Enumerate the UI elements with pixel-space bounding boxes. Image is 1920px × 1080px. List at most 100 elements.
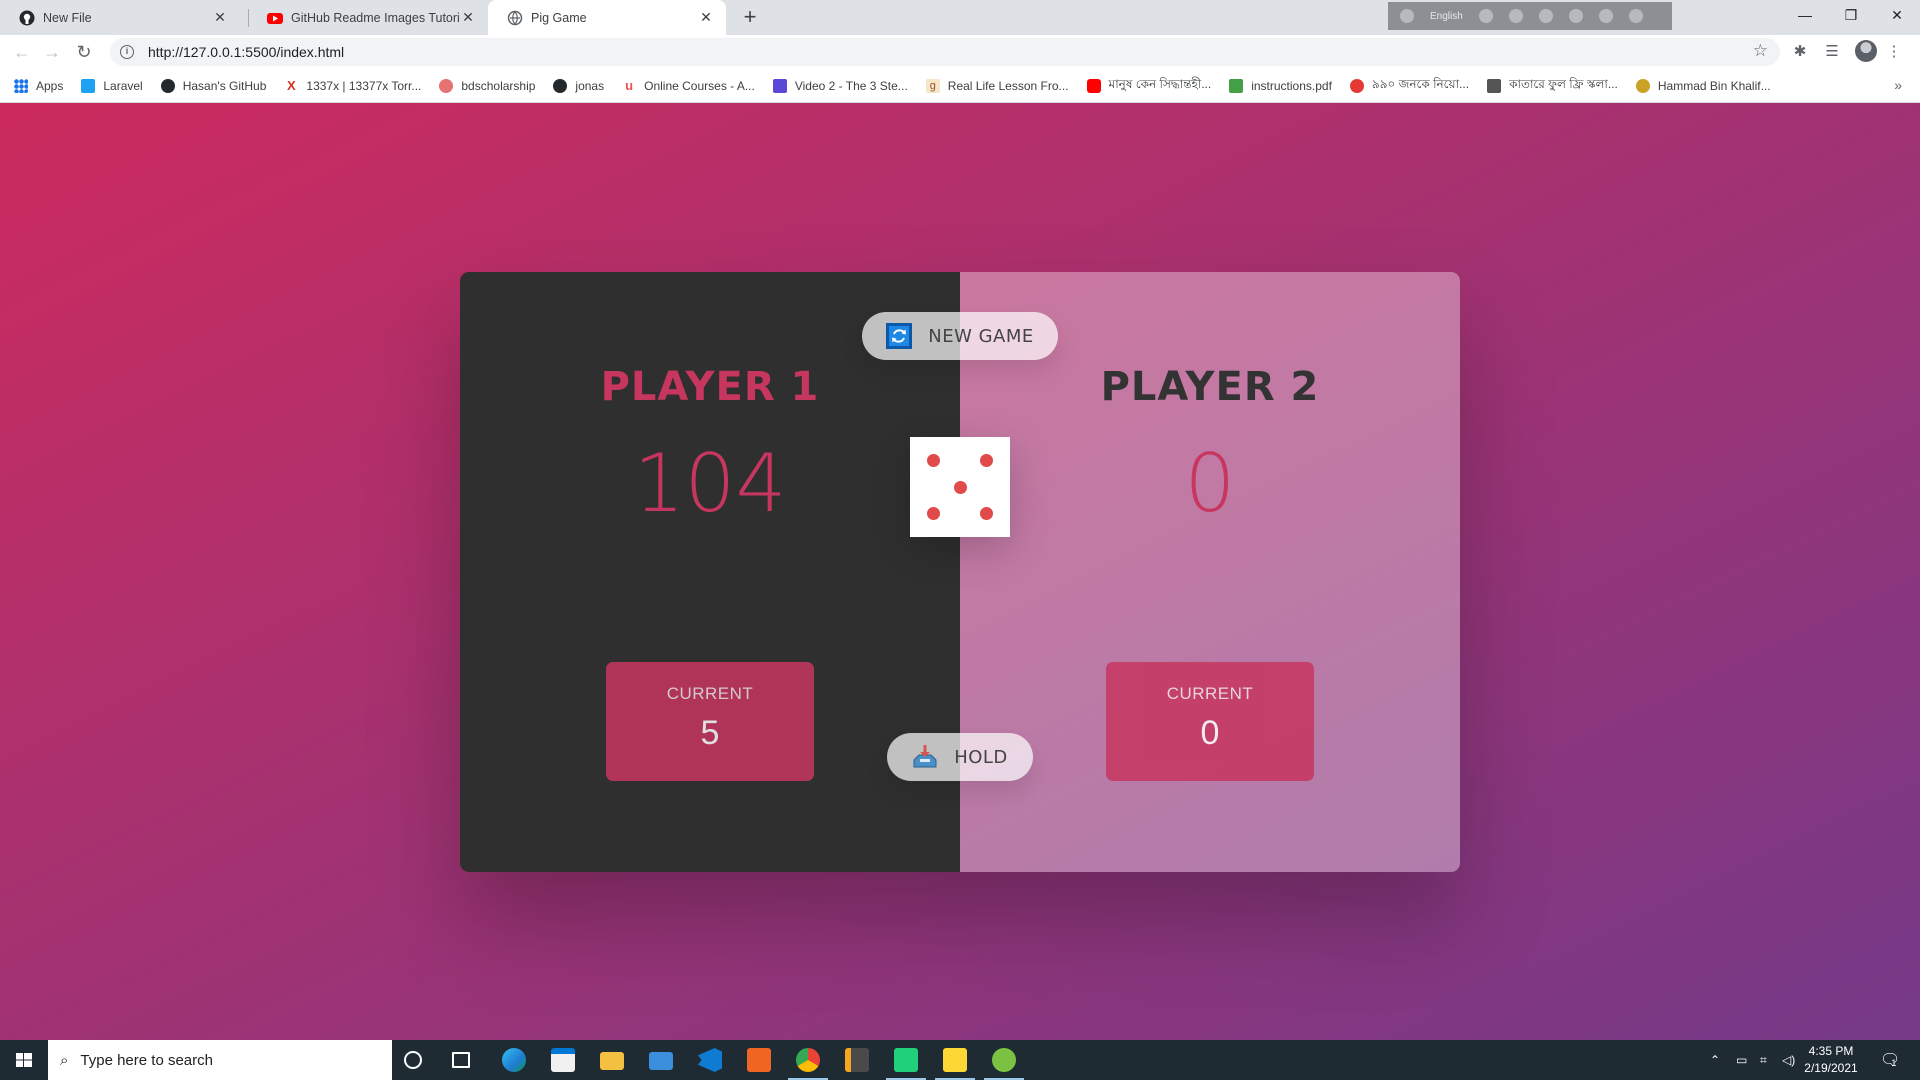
page-background: PLAYER 1 104 CURRENT 5 PLAYER 2 0 CURREN… [0,103,1920,1040]
dice-pip [953,480,967,494]
edge-icon[interactable] [502,1048,526,1072]
keyboard-icon [1478,9,1493,23]
sticky-notes-icon[interactable] [935,1048,975,1080]
bookmark-item[interactable]: instructions.pdf [1229,78,1332,93]
language-bar[interactable]: English [1388,2,1672,30]
tab-github-readme[interactable]: GitHub Readme Images Tutorial ✕ [248,0,488,35]
extensions-icon[interactable]: ✱ [1788,40,1812,64]
youtube-icon [1086,78,1101,93]
reading-list-icon[interactable]: ☰ [1820,40,1844,64]
show-hidden-icons[interactable]: ⌃ [1710,1040,1720,1080]
search-icon: ⌕ [60,1051,69,1069]
close-window-icon[interactable]: ✕ [1874,0,1920,30]
refresh-icon [886,323,913,349]
bookmark-item[interactable]: jonas [553,78,604,93]
taskbar-search[interactable]: ⌕ Type here to search [48,1040,392,1080]
bookmark-item[interactable]: Laravel [81,78,143,93]
notifications-icon[interactable]: 🗨 1 [1880,1040,1900,1080]
bookmark-item[interactable]: Video 2 - The 3 Ste... [772,78,908,93]
mail-icon[interactable] [649,1052,673,1070]
volume-icon[interactable]: ◁) [1782,1040,1795,1080]
store-icon[interactable] [551,1048,575,1072]
search-placeholder: Type here to search [80,1051,213,1069]
bookmark-item[interactable]: X 1337x | 13377x Torr... [284,78,421,93]
file-explorer-icon[interactable] [600,1052,624,1070]
language-label: English [1430,10,1463,22]
bookmark-item[interactable]: Hasan's GitHub [160,78,266,93]
player-1-current-label: CURRENT [666,684,754,703]
site-info-icon[interactable]: i [120,45,134,59]
tab-pig-game[interactable]: Pig Game ✕ [488,0,726,35]
new-game-button[interactable]: NEW GAME [862,312,1058,360]
profile-avatar[interactable] [1855,40,1877,62]
bookmark-item[interactable]: Apps [14,78,63,93]
bookmark-item[interactable]: ৯৯০ জনকে নিয়ো... [1349,76,1469,96]
g-icon: g [925,78,940,93]
inbox-tray-icon [913,745,937,768]
camtasia-icon[interactable] [886,1048,926,1080]
player-1-current-box: CURRENT 5 [606,662,814,781]
utorrent-icon[interactable] [984,1048,1024,1080]
more-bookmarks-icon[interactable]: » [1894,77,1902,93]
player-2-current-label: CURRENT [1166,684,1254,703]
browser-toolbar: ← → ↻ i http://127.0.0.1:5500/index.html… [0,35,1920,69]
new-tab-button[interactable]: + [736,4,764,32]
bookmark-item[interactable]: g Real Life Lesson Fro... [925,78,1069,93]
bookmark-star-icon[interactable]: ☆ [1753,41,1768,61]
bookmark-item[interactable]: কাতারে ফুল ফ্রি স্কলা... [1487,76,1618,96]
restore-icon[interactable]: ❐ [1828,0,1874,30]
back-icon[interactable]: ← [8,38,36,66]
cortana-icon[interactable] [404,1051,422,1069]
player-1-current-score: 5 [700,714,720,752]
close-tab-icon[interactable]: ✕ [460,9,476,26]
sublime-text-icon[interactable] [845,1048,869,1072]
menu-icon[interactable]: ⋮ [1882,40,1906,64]
player-2-current-box: CURRENT 0 [1106,662,1314,781]
bookmark-item[interactable]: মানুষ কেন সিদ্ধান্তহী... [1086,76,1211,96]
youtube-icon [267,12,283,24]
address-bar[interactable]: i http://127.0.0.1:5500/index.html ☆ [110,38,1780,66]
close-tab-icon[interactable]: ✕ [698,9,714,26]
tab-title: New File [43,10,92,25]
dice [910,437,1010,537]
bookmarks-bar: Apps Laravel Hasan's GitHub X 1337x | 133… [0,69,1920,103]
xampp-icon[interactable] [747,1048,771,1072]
player-2-panel: PLAYER 2 0 CURRENT 0 [960,272,1460,872]
pdf-icon [1229,78,1244,93]
laravel-icon [81,78,96,93]
minimize-icon[interactable]: — [1782,0,1828,30]
scholarship-icon [1487,78,1502,93]
close-tab-icon[interactable]: ✕ [212,9,228,26]
vscode-icon[interactable] [698,1048,722,1072]
forward-icon[interactable]: → [38,38,66,66]
windows-taskbar: ⌕ Type here to search ⌃ ▭ ⌗ ◁) 4:35 PM 2… [0,1040,1920,1080]
globe-icon [507,10,523,25]
battery-icon[interactable]: ▭ [1736,1040,1747,1080]
clock-time: 4:35 PM [1808,1044,1854,1058]
player-1-panel: PLAYER 1 104 CURRENT 5 [460,272,960,872]
settings-icon [1538,9,1553,23]
clock-date: 2/19/2021 [1804,1061,1858,1075]
ime-icon [1400,9,1414,23]
tab-new-file[interactable]: New File ✕ [0,0,240,35]
bookmark-item[interactable]: bdscholarship [439,78,535,93]
reload-icon[interactable]: ↻ [70,38,98,66]
dice-pip [927,507,940,520]
notification-count: 1 [1891,1058,1897,1068]
task-view-icon[interactable] [452,1052,470,1068]
windows-start-icon[interactable] [0,1040,48,1080]
new-game-label: NEW GAME [928,325,1034,347]
taskbar-clock[interactable]: 4:35 PM 2/19/2021 [1796,1043,1866,1077]
dice-pip [980,507,993,520]
help-icon [1598,9,1613,23]
video-icon [772,78,787,93]
bookmark-item[interactable]: Hammad Bin Khalif... [1635,78,1771,93]
github-icon [19,10,35,25]
info-icon [1628,9,1643,23]
bookmark-item[interactable]: u Online Courses - A... [622,78,755,93]
dice-pip [927,454,940,467]
pen-icon [1508,9,1523,23]
network-icon[interactable]: ⌗ [1760,1040,1767,1080]
chrome-icon[interactable] [788,1048,828,1080]
hold-button[interactable]: HOLD [887,733,1033,781]
